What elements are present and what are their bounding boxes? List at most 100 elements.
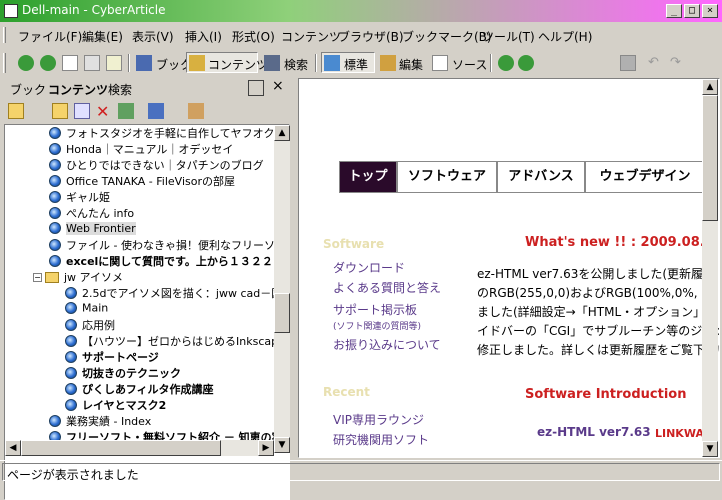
link-research[interactable]: 研究機関用ソフト	[333, 431, 429, 448]
contents-pane: ブック コンテンツ 検索 × ✕ フォトスタジオを手軽に自作してヤフオクに挑戦 …	[0, 78, 292, 500]
title-bar[interactable]: Dell-main - CyberArticle _ □ ×	[0, 0, 722, 22]
status-text: ページが表示されました	[7, 468, 139, 482]
menu-contents[interactable]: コンテンツ	[281, 28, 341, 45]
browser-scrollbar[interactable]: ▲ ▼	[702, 79, 718, 457]
nav-top[interactable]: トップ	[339, 161, 397, 193]
nav-advance[interactable]: アドバンス	[497, 161, 585, 193]
app-icon	[4, 4, 18, 18]
menu-browser[interactable]: ブラウザ(B)	[338, 28, 404, 45]
ezhtml-link[interactable]: ez-HTML ver7.63	[537, 425, 651, 439]
home-icon[interactable]	[106, 55, 122, 71]
nav-webdesign[interactable]: ウェブデザイン	[585, 161, 705, 193]
tree-item[interactable]: フォトスタジオを手軽に自作してヤフオクに挑戦	[49, 125, 289, 141]
tree-item[interactable]: レイヤとマスク2	[65, 397, 166, 413]
scroll-right-button[interactable]: ▶	[258, 440, 274, 456]
whats-new-heading: What's new !! : 2009.08.	[525, 235, 705, 250]
tree-folder[interactable]: − jw アイソメ	[33, 269, 123, 285]
menu-file[interactable]: ファイル(F)	[18, 28, 82, 45]
menu-view[interactable]: 表示(V)	[132, 28, 174, 45]
save-icon[interactable]	[620, 55, 636, 71]
menu-edit[interactable]: 編集(E)	[82, 28, 123, 45]
redo-icon[interactable]: ↷	[670, 55, 686, 71]
tree-item[interactable]: ぺんたん info	[49, 205, 134, 221]
tree-item[interactable]: Web Frontier	[49, 221, 136, 237]
tree-scrollbar[interactable]: ▲ ▼	[274, 125, 290, 453]
menu-tools[interactable]: ツール(T)	[482, 28, 535, 45]
forward-icon[interactable]	[40, 55, 56, 71]
pin-icon[interactable]	[248, 80, 264, 96]
menu-format[interactable]: 形式(O)	[232, 28, 275, 45]
nav-software[interactable]: ソフトウェア	[397, 161, 497, 193]
link-vip[interactable]: VIP専用ラウンジ	[333, 411, 424, 428]
browser-scroll-thumb[interactable]	[702, 95, 718, 221]
close-button[interactable]: ×	[702, 4, 718, 18]
tree-item[interactable]: 業務実績 - Index	[49, 413, 151, 429]
page-icon	[49, 191, 61, 203]
tree-item[interactable]: ファイル - 使わなきゃ損！便利なフリーソフト	[49, 237, 289, 253]
menu-insert[interactable]: 挿入(I)	[185, 28, 222, 45]
back-icon[interactable]	[18, 55, 34, 71]
tab-search[interactable]: 検索	[108, 81, 132, 98]
tab-contents[interactable]: コンテンツ	[48, 81, 108, 98]
linkwa-link[interactable]: LINKWA	[655, 427, 704, 440]
tree-item[interactable]: excelに関して質問です。上から１３２２	[49, 253, 273, 269]
new-folder-icon[interactable]	[52, 103, 68, 119]
scroll-up-button[interactable]: ▲	[274, 125, 290, 141]
refresh-tree-icon[interactable]	[118, 103, 134, 119]
sidebar-heading: Software	[323, 237, 385, 251]
pane-close-icon[interactable]: ×	[272, 78, 284, 94]
new-page-icon[interactable]	[74, 103, 90, 119]
tree-item[interactable]: Honda｜マニュアル｜オデッセイ	[49, 141, 233, 157]
page-icon	[65, 319, 77, 331]
maximize-button[interactable]: □	[684, 4, 700, 18]
link-faq[interactable]: よくある質問と答え	[333, 279, 441, 296]
link-payment[interactable]: お振り込みについて	[333, 336, 441, 353]
properties-icon[interactable]	[188, 103, 204, 119]
page-icon	[65, 399, 77, 411]
contents-button[interactable]: コンテンツ	[208, 56, 268, 73]
tree-hscrollbar[interactable]: ◀ ▶	[5, 440, 274, 456]
minimize-button[interactable]: _	[666, 4, 682, 18]
stop-icon[interactable]	[62, 55, 78, 71]
main-toolbar: ブック コンテンツ 検索 標準 編集 ソース ↶ ↷	[0, 50, 722, 76]
tree-item[interactable]: Main	[65, 301, 108, 317]
browser-scroll-up[interactable]: ▲	[702, 79, 718, 95]
delete-icon[interactable]: ✕	[96, 102, 112, 121]
scroll-thumb[interactable]	[274, 293, 290, 333]
move-icon[interactable]	[148, 103, 164, 119]
binoculars-icon	[264, 55, 280, 71]
scroll-down-button[interactable]: ▼	[274, 437, 290, 453]
menu-bookmark[interactable]: ブックマーク(B)	[402, 28, 492, 45]
tree-item[interactable]: 応用例	[65, 317, 115, 333]
page-icon	[49, 127, 61, 139]
tab-book[interactable]: ブック	[10, 81, 46, 98]
link-bbs[interactable]: サポート掲示板	[333, 301, 417, 318]
tree-item[interactable]: 【ハウツー】ゼロからはじめるInkscape -	[65, 333, 289, 349]
browser-view[interactable]: トップ ソフトウェア アドバンス ウェブデザイン Software ダウンロード…	[298, 78, 720, 458]
collapse-icon[interactable]: −	[33, 272, 42, 282]
tree-item[interactable]: 切抜きのテクニック	[65, 365, 181, 381]
edit-button[interactable]: 編集	[399, 56, 423, 73]
source-button[interactable]: ソース	[452, 56, 487, 73]
zoom-out-icon[interactable]	[518, 55, 534, 71]
link-download[interactable]: ダウンロード	[333, 259, 405, 276]
menu-help[interactable]: ヘルプ(H)	[538, 28, 592, 45]
status-panel: ページが表示されました	[2, 463, 720, 482]
toolbar-grip	[3, 53, 6, 73]
search-button[interactable]: 検索	[284, 56, 308, 73]
tree-item[interactable]: サポートページ	[65, 349, 159, 365]
browser-scroll-down[interactable]: ▼	[702, 441, 718, 457]
tree-item[interactable]: ぴくしあフィルタ作成講座	[65, 381, 214, 397]
open-folder-icon[interactable]	[8, 103, 24, 119]
zoom-in-icon[interactable]	[498, 55, 514, 71]
tree-item[interactable]: 2.5dでアイソメ図を描く：jww cad－図	[65, 285, 282, 301]
tree-item[interactable]: ギャル姫	[49, 189, 110, 205]
standard-button[interactable]: 標準	[344, 56, 368, 73]
tree-item[interactable]: Office TANAKA - FileVisorの部屋	[49, 173, 235, 189]
source-icon	[432, 55, 448, 71]
undo-icon[interactable]: ↶	[648, 55, 664, 71]
scroll-left-button[interactable]: ◀	[5, 440, 21, 456]
hscroll-thumb[interactable]	[21, 440, 221, 456]
tree-item[interactable]: ひとりではできない｜タパチンのブログ	[49, 157, 264, 173]
refresh-icon[interactable]	[84, 55, 100, 71]
